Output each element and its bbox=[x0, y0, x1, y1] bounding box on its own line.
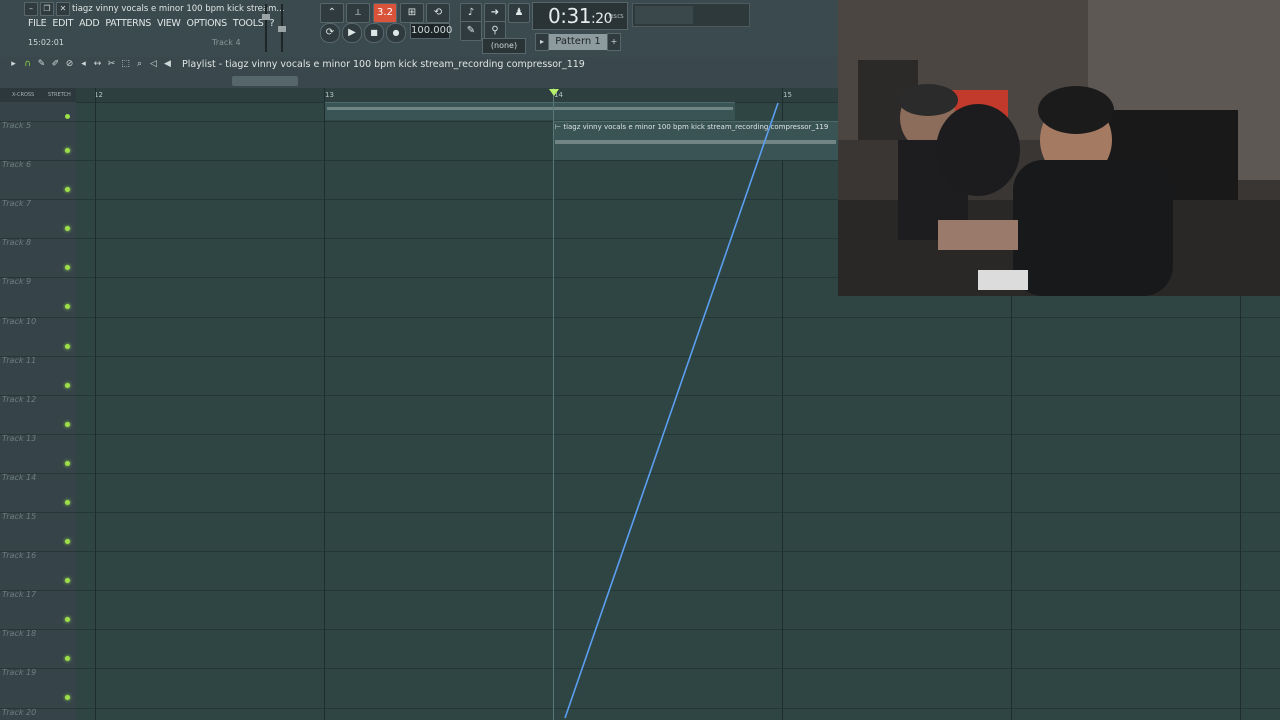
app-root: – ❐ ✕ tiagz vinny vocals e minor 100 bpm… bbox=[0, 0, 1280, 720]
webcam-overlay bbox=[838, 0, 1280, 296]
webcam-image bbox=[838, 0, 1280, 296]
